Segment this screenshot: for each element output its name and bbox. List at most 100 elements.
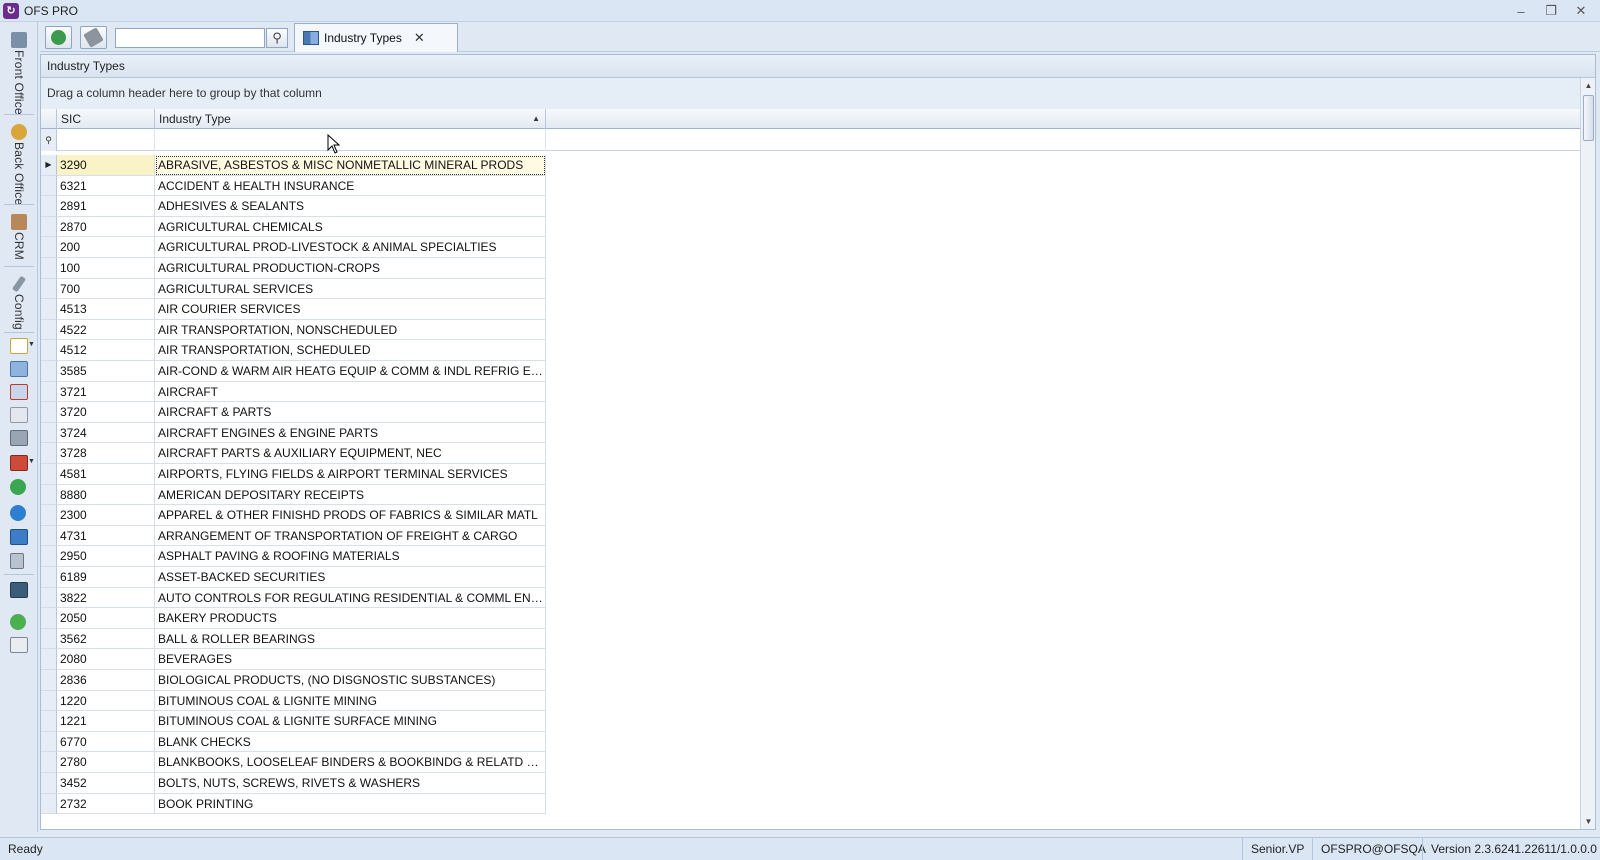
table-row[interactable]: 3585 AIR-COND & WARM AIR HEATG EQUIP & CO… xyxy=(41,361,1580,382)
cell-industry-type[interactable]: AIRCRAFT PARTS & AUXILIARY EQUIPMENT, NE… xyxy=(155,443,546,464)
table-row[interactable]: 3728 AIRCRAFT PARTS & AUXILIARY EQUIPMENT… xyxy=(41,443,1580,464)
cell-sic[interactable]: 3724 xyxy=(57,422,155,444)
row-indicator[interactable] xyxy=(41,649,57,670)
table-row[interactable]: 2836 BIOLOGICAL PRODUCTS, (NO DISGNOSTIC … xyxy=(41,670,1580,691)
windows-icon[interactable] xyxy=(10,529,28,545)
close-tab-icon[interactable]: ✕ xyxy=(414,30,425,46)
cell-sic[interactable]: 2891 xyxy=(57,196,155,217)
cell-industry-type[interactable]: AIR COURIER SERVICES xyxy=(155,299,546,320)
row-indicator[interactable] xyxy=(41,670,57,691)
restore-button[interactable]: ❐ xyxy=(1536,0,1566,22)
cell-industry-type[interactable]: ASSET-BACKED SECURITIES xyxy=(155,567,546,588)
cell-sic[interactable]: 4512 xyxy=(57,340,155,361)
cell-industry-type[interactable]: AIRCRAFT ENGINES & ENGINE PARTS xyxy=(155,422,546,444)
row-indicator[interactable] xyxy=(41,402,57,423)
row-indicator[interactable] xyxy=(41,525,57,547)
row-indicator[interactable] xyxy=(41,731,57,753)
cell-sic[interactable]: 2732 xyxy=(57,793,155,815)
cell-sic[interactable]: 1221 xyxy=(57,711,155,732)
calculator-icon[interactable] xyxy=(10,553,24,569)
row-indicator[interactable] xyxy=(41,793,57,815)
world-icon[interactable] xyxy=(10,505,26,521)
table-row[interactable]: 2950 ASPHALT PAVING & ROOFING MATERIALS xyxy=(41,546,1580,567)
table-row[interactable]: 4513 AIR COURIER SERVICES xyxy=(41,299,1580,320)
nav-tab-front-office[interactable]: Front Office xyxy=(0,26,38,115)
search-input[interactable] xyxy=(115,28,265,48)
table-row[interactable]: 3822 AUTO CONTROLS FOR REGULATING RESIDEN… xyxy=(41,587,1580,609)
chevron-down-icon[interactable]: ▼ xyxy=(28,341,35,348)
row-indicator[interactable] xyxy=(41,608,57,629)
scroll-down-icon[interactable]: ▼ xyxy=(1581,814,1596,829)
filter-cell-industry-type[interactable] xyxy=(155,129,546,151)
cell-sic[interactable]: 6321 xyxy=(57,175,155,197)
table-row[interactable]: 2780 BLANKBOOKS, LOOSELEAF BINDERS & BOOK… xyxy=(41,752,1580,773)
cell-sic[interactable]: 6189 xyxy=(57,567,155,588)
cell-sic[interactable]: 3562 xyxy=(57,628,155,650)
cell-industry-type[interactable]: BLANK CHECKS xyxy=(155,731,546,753)
row-indicator[interactable] xyxy=(41,258,57,279)
table-row[interactable]: 4581 AIRPORTS, FLYING FIELDS & AIRPORT TE… xyxy=(41,464,1580,485)
row-indicator[interactable] xyxy=(41,464,57,485)
row-indicator[interactable] xyxy=(41,587,57,609)
vertical-scrollbar[interactable]: ▲ ▼ xyxy=(1580,78,1595,829)
row-indicator[interactable] xyxy=(41,319,57,341)
cell-industry-type[interactable]: AIRCRAFT & PARTS xyxy=(155,402,546,423)
table-row[interactable]: 1220 BITUMINOUS COAL & LIGNITE MINING xyxy=(41,690,1580,712)
minimize-button[interactable]: – xyxy=(1506,0,1536,22)
cell-industry-type[interactable]: BITUMINOUS COAL & LIGNITE SURFACE MINING xyxy=(155,711,546,732)
cell-sic[interactable]: 6770 xyxy=(57,731,155,753)
grid-edit-icon[interactable] xyxy=(10,361,28,377)
table-row[interactable]: 2891 ADHESIVES & SEALANTS xyxy=(41,196,1580,217)
column-header-industry-type[interactable]: Industry Type ▲ xyxy=(155,109,546,129)
table-row[interactable]: 3724 AIRCRAFT ENGINES & ENGINE PARTS xyxy=(41,422,1580,444)
row-indicator[interactable] xyxy=(41,361,57,382)
cell-sic[interactable]: 1220 xyxy=(57,690,155,712)
cell-industry-type[interactable]: BEVERAGES xyxy=(155,649,546,670)
chevron-down-icon[interactable]: ▼ xyxy=(28,458,35,465)
table-row[interactable]: 6770 BLANK CHECKS xyxy=(41,731,1580,753)
cell-sic[interactable]: 4731 xyxy=(57,525,155,547)
table-row[interactable]: 200 AGRICULTURAL PROD-LIVESTOCK & ANIMAL … xyxy=(41,237,1580,258)
cell-sic[interactable]: 4522 xyxy=(57,319,155,341)
recycle-button[interactable] xyxy=(45,26,72,49)
cell-industry-type[interactable]: BIOLOGICAL PRODUCTS, (NO DISGNOSTIC SUBS… xyxy=(155,670,546,691)
table-row[interactable]: 2732 BOOK PRINTING xyxy=(41,793,1580,815)
scroll-thumb[interactable] xyxy=(1583,95,1594,141)
cell-sic[interactable]: 8880 xyxy=(57,484,155,506)
table-row[interactable]: 4522 AIR TRANSPORTATION, NONSCHEDULED xyxy=(41,319,1580,341)
cell-industry-type[interactable]: ARRANGEMENT OF TRANSPORTATION OF FREIGHT… xyxy=(155,525,546,547)
cell-industry-type[interactable]: AGRICULTURAL CHEMICALS xyxy=(155,216,546,238)
grid-export-icon[interactable] xyxy=(10,455,28,471)
close-window-button[interactable]: ✕ xyxy=(1566,0,1596,22)
table-row[interactable]: 100 AGRICULTURAL PRODUCTION-CROPS xyxy=(41,258,1580,279)
cell-industry-type[interactable]: ABRASIVE, ASBESTOS & MISC NONMETALLIC MI… xyxy=(155,155,546,176)
cell-industry-type[interactable]: AIRPORTS, FLYING FIELDS & AIRPORT TERMIN… xyxy=(155,464,546,485)
row-indicator[interactable] xyxy=(41,567,57,588)
row-indicator[interactable] xyxy=(41,711,57,732)
cell-sic[interactable]: 3452 xyxy=(57,773,155,794)
cell-sic[interactable]: 200 xyxy=(57,237,155,258)
cell-sic[interactable]: 3585 xyxy=(57,361,155,382)
cell-industry-type[interactable]: AGRICULTURAL PROD-LIVESTOCK & ANIMAL SPE… xyxy=(155,237,546,258)
filter-pin-icon[interactable]: ⚲ xyxy=(41,129,57,151)
cell-industry-type[interactable]: AIRCRAFT xyxy=(155,381,546,403)
cell-industry-type[interactable]: BLANKBOOKS, LOOSELEAF BINDERS & BOOKBIND… xyxy=(155,752,546,773)
tab-industry-types[interactable]: Industry Types ✕ xyxy=(294,23,458,52)
group-by-area[interactable]: Drag a column header here to group by th… xyxy=(41,78,1580,109)
table-row[interactable]: 6189 ASSET-BACKED SECURITIES xyxy=(41,567,1580,588)
cell-sic[interactable]: 2780 xyxy=(57,752,155,773)
column-header-sic[interactable]: SIC xyxy=(57,109,155,129)
table-row[interactable]: 700 AGRICULTURAL SERVICES xyxy=(41,278,1580,300)
row-indicator[interactable] xyxy=(41,443,57,464)
cell-industry-type[interactable]: AIR TRANSPORTATION, SCHEDULED xyxy=(155,340,546,361)
cell-industry-type[interactable]: ACCIDENT & HEALTH INSURANCE xyxy=(155,175,546,197)
refresh-globe-icon[interactable] xyxy=(10,479,26,495)
cell-industry-type[interactable]: AGRICULTURAL PRODUCTION-CROPS xyxy=(155,258,546,279)
cell-sic[interactable]: 3721 xyxy=(57,381,155,403)
cell-industry-type[interactable]: AIR-COND & WARM AIR HEATG EQUIP & COMM &… xyxy=(155,361,546,382)
row-indicator[interactable] xyxy=(41,690,57,712)
cell-sic[interactable]: 3728 xyxy=(57,443,155,464)
table-row[interactable]: 4512 AIR TRANSPORTATION, SCHEDULED xyxy=(41,340,1580,361)
monitor-icon[interactable] xyxy=(10,582,28,598)
row-indicator[interactable] xyxy=(41,237,57,258)
